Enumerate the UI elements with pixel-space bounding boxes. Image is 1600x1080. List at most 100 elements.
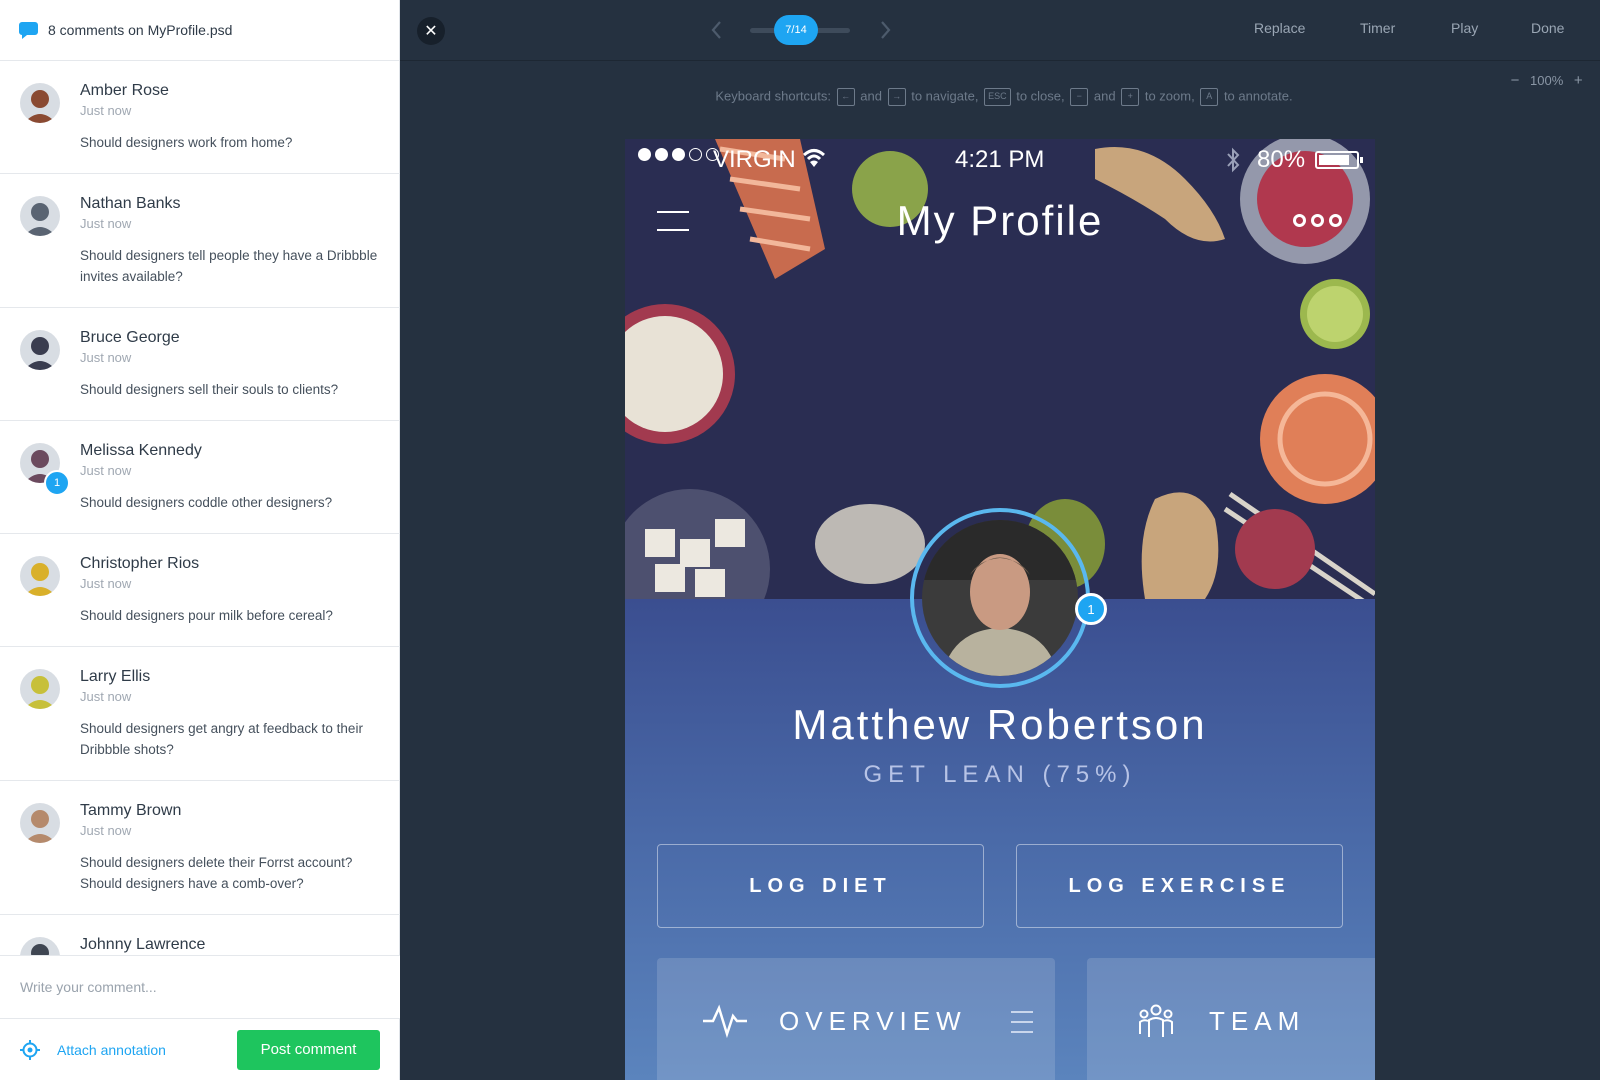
- shortcuts-annotate: to annotate.: [1223, 88, 1293, 104]
- app-screen-title: My Profile: [896, 197, 1104, 244]
- comment-author[interactable]: Johnny Lawrence: [80, 935, 380, 955]
- battery-percentage: 80%: [1257, 146, 1306, 173]
- wifi-icon: [802, 149, 826, 167]
- comment-text: Should designers pour milk before cereal…: [80, 608, 333, 623]
- replace-button[interactable]: Replace: [1254, 20, 1305, 36]
- comment-timestamp: Just now: [80, 463, 132, 478]
- next-arrow-icon[interactable]: [875, 18, 895, 42]
- comment-author[interactable]: Melissa Kennedy: [80, 441, 380, 461]
- viewer-toolbar: ✕ 7/14 Replace Timer Play Done: [400, 0, 1600, 61]
- comment-input-area: [0, 955, 400, 1019]
- comment-timestamp: Just now: [80, 350, 132, 365]
- comments-header: 8 comments on MyProfile.psd: [0, 0, 399, 61]
- avatar: [20, 196, 60, 236]
- comment-item[interactable]: Nathan Banks Just now Should designers tel…: [0, 174, 400, 308]
- comments-panel: 8 comments on MyProfile.psd Amber Rose Ju…: [0, 0, 400, 1080]
- more-options-icon[interactable]: [1293, 214, 1342, 227]
- comment-author[interactable]: Tammy Brown: [80, 801, 380, 821]
- avatar: [20, 330, 60, 370]
- team-label: TEAM: [1209, 1006, 1306, 1036]
- avatar: [20, 669, 60, 709]
- chat-bubble-icon: [19, 21, 38, 39]
- key-plus: +: [1121, 88, 1140, 106]
- comment-item[interactable]: Christopher Rios Just now Should designers…: [0, 534, 400, 647]
- avatar: [20, 83, 60, 123]
- zoom-level: 100%: [1530, 73, 1564, 88]
- design-preview[interactable]: VIRGIN 4:21 PM 80% My Profile 1 Matthew …: [625, 139, 1375, 1080]
- comment-item[interactable]: Johnny Lawrence: [0, 915, 400, 955]
- comment-list[interactable]: Amber Rose Just now Should designers work …: [0, 61, 400, 955]
- profile-goal: GET LEAN (75%): [863, 761, 1137, 788]
- comment-footer: Attach annotation Post comment: [0, 1019, 400, 1080]
- phone-status-bar: VIRGIN 4:21 PM 80%: [625, 139, 1375, 179]
- carrier-name: VIRGIN: [713, 146, 796, 173]
- avatar: [20, 803, 60, 843]
- key-minus: −: [1070, 88, 1089, 106]
- team-card[interactable]: TEAM: [1087, 958, 1375, 1080]
- zoom-in-button[interactable]: +: [1571, 72, 1585, 89]
- key-right: →: [887, 88, 906, 106]
- shortcuts-and-2: and: [1093, 88, 1116, 104]
- shortcuts-zoom: to zoom,: [1144, 88, 1195, 104]
- key-left: ←: [836, 88, 855, 106]
- shortcuts-close: to close,: [1016, 88, 1065, 104]
- comment-timestamp: Just now: [80, 689, 132, 704]
- keyboard-shortcuts-hint: Keyboard shortcuts: ← and → to navigate,…: [400, 88, 1600, 106]
- attach-annotation-label: Attach annotation: [57, 1041, 166, 1058]
- pager-indicator[interactable]: 7/14: [774, 15, 818, 45]
- battery-icon: [1315, 151, 1363, 169]
- comment-item[interactable]: Tammy Brown Just now Should designers dele…: [0, 781, 400, 915]
- key-a: A: [1200, 88, 1219, 106]
- profile-photo: [922, 520, 1078, 676]
- key-esc: ESC: [984, 88, 1011, 106]
- overview-label: OVERVIEW: [779, 1006, 967, 1036]
- comment-text: Should designers work from home?: [80, 135, 293, 150]
- comment-author[interactable]: Nathan Banks: [80, 194, 380, 214]
- shortcuts-navigate: to navigate,: [911, 88, 979, 104]
- avatar: [20, 556, 60, 596]
- log-exercise-button[interactable]: LOG EXERCISE: [1016, 844, 1343, 928]
- comment-timestamp: Just now: [80, 823, 132, 838]
- crosshair-icon: [20, 1039, 40, 1060]
- comment-author[interactable]: Amber Rose: [80, 81, 380, 101]
- comment-item[interactable]: 1 Melissa Kennedy Just now Should designers…: [0, 421, 400, 534]
- comment-item[interactable]: Larry Ellis Just now Should designers get …: [0, 647, 400, 781]
- annotation-badge[interactable]: 1: [44, 470, 70, 496]
- comment-timestamp: Just now: [80, 576, 132, 591]
- comment-input[interactable]: [0, 956, 400, 1018]
- log-diet-button[interactable]: LOG DIET: [657, 844, 984, 928]
- team-people-icon: [1139, 1004, 1173, 1037]
- close-button[interactable]: ✕: [417, 17, 445, 45]
- comment-author[interactable]: Larry Ellis: [80, 667, 380, 687]
- zoom-out-button[interactable]: −: [1508, 72, 1522, 89]
- post-comment-button[interactable]: Post comment: [237, 1029, 380, 1070]
- done-button[interactable]: Done: [1531, 20, 1564, 36]
- comment-author[interactable]: Christopher Rios: [80, 554, 380, 574]
- previous-arrow-icon[interactable]: [707, 18, 727, 42]
- profile-user-name: Matthew Robertson: [792, 701, 1208, 748]
- zoom-control: − 100% +: [1508, 72, 1585, 89]
- annotation-badge[interactable]: 1: [1075, 593, 1107, 625]
- comment-text: Should designers coddle other designers?: [80, 495, 333, 510]
- comment-timestamp: Just now: [80, 103, 132, 118]
- signal-strength-icon: [638, 148, 719, 161]
- comment-text: Should designers delete their Forrst acc…: [80, 855, 353, 891]
- avatar: [20, 937, 60, 955]
- comment-author[interactable]: Bruce George: [80, 328, 380, 348]
- play-button[interactable]: Play: [1451, 20, 1478, 36]
- comments-count-title: 8 comments on MyProfile.psd: [48, 22, 233, 38]
- shortcuts-prefix: Keyboard shortcuts:: [715, 88, 832, 104]
- activity-pulse-icon: [703, 1004, 747, 1038]
- bluetooth-icon: [1227, 147, 1240, 173]
- comment-item[interactable]: Amber Rose Just now Should designers work …: [0, 61, 400, 174]
- comment-text: Should designers get angry at feedback t…: [80, 721, 363, 757]
- attach-annotation-button[interactable]: Attach annotation: [20, 1039, 166, 1060]
- list-menu-icon[interactable]: [1011, 1010, 1033, 1034]
- shortcuts-and-1: and: [860, 88, 882, 104]
- comment-text: Should designers sell their souls to cli…: [80, 382, 339, 397]
- comment-timestamp: Just now: [80, 216, 132, 231]
- comment-text: Should designers tell people they have a…: [80, 248, 378, 284]
- timer-button[interactable]: Timer: [1360, 20, 1395, 36]
- comment-item[interactable]: Bruce George Just now Should designers sel…: [0, 308, 400, 421]
- overview-card[interactable]: OVERVIEW: [657, 958, 1055, 1080]
